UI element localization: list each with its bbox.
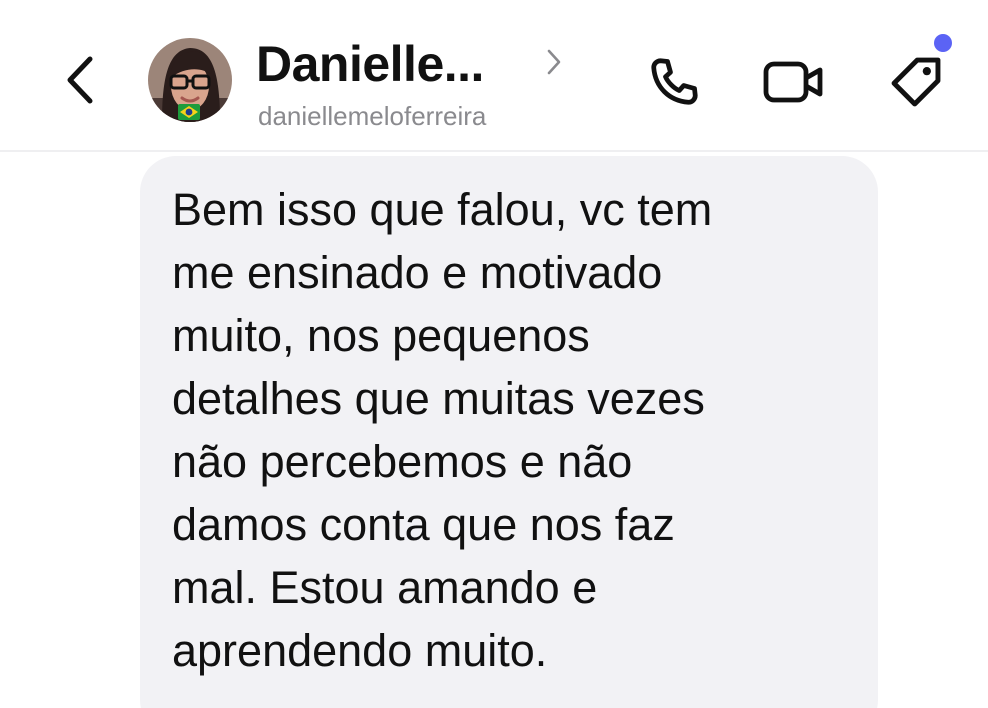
- message-line: mal. Estou amando e: [172, 562, 598, 613]
- chevron-left-icon: [67, 56, 93, 104]
- chevron-right-icon[interactable]: [542, 44, 566, 80]
- header-divider: [0, 150, 988, 152]
- label-button[interactable]: [880, 46, 952, 118]
- notification-dot: [934, 34, 952, 52]
- tag-icon: [891, 57, 941, 107]
- message-line: Bem isso que falou, vc tem: [172, 184, 713, 235]
- message-line: aprendendo muito.: [172, 625, 548, 676]
- video-camera-icon: [763, 61, 823, 103]
- contact-name[interactable]: Danielle...: [256, 36, 484, 92]
- back-button[interactable]: [56, 48, 104, 112]
- message-line: muito, nos pequenos: [172, 310, 590, 361]
- brazil-flag-icon: [178, 104, 200, 120]
- message-text: Bem isso que falou, vc tem me ensinado e…: [172, 178, 862, 682]
- phone-icon: [651, 58, 698, 105]
- chat-header: Danielle... daniellemeloferreira: [0, 0, 988, 150]
- dm-thread-screen: Danielle... daniellemeloferreira Bem iss…: [0, 0, 988, 708]
- message-line: damos conta que nos faz: [172, 499, 675, 550]
- voice-call-button[interactable]: [638, 46, 710, 118]
- video-call-button[interactable]: [758, 46, 830, 118]
- contact-username: daniellemeloferreira: [258, 101, 487, 131]
- message-line: detalhes que muitas vezes: [172, 373, 705, 424]
- message-line: me ensinado e motivado: [172, 247, 663, 298]
- message-line: não percebemos e não: [172, 436, 633, 487]
